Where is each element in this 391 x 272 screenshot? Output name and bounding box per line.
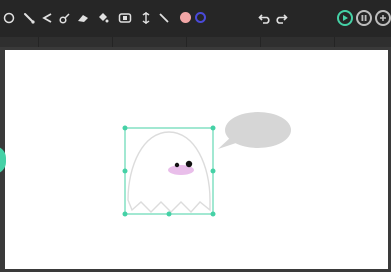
drawing-canvas[interactable] [5, 50, 388, 269]
line-tool-icon[interactable] [157, 8, 171, 28]
undo-icon[interactable] [258, 8, 272, 28]
timeline-strip[interactable] [0, 37, 391, 47]
curve-tool-icon[interactable] [58, 8, 72, 28]
stroke-color-swatch[interactable] [195, 12, 206, 23]
add-button[interactable] [375, 10, 391, 26]
toolbar [0, 0, 391, 37]
ellipse-tool-icon[interactable] [2, 8, 16, 28]
speech-bubble[interactable] [218, 112, 291, 149]
redo-icon[interactable] [274, 8, 288, 28]
brush-tool-icon[interactable] [22, 8, 36, 28]
pause-icon [361, 15, 367, 21]
stage [122, 112, 291, 217]
fill-color-swatch[interactable] [180, 12, 191, 23]
play-icon [343, 15, 348, 21]
ghost-character[interactable] [127, 131, 211, 214]
play-button[interactable] [337, 10, 353, 26]
fill-tool-icon[interactable] [96, 8, 110, 28]
eraser-tool-icon[interactable] [76, 8, 90, 28]
pause-button[interactable] [356, 10, 372, 26]
add-icon [380, 15, 386, 21]
width-tool-icon[interactable] [139, 8, 153, 28]
polyline-tool-icon[interactable] [40, 8, 54, 28]
group-tool-icon[interactable] [118, 8, 132, 28]
